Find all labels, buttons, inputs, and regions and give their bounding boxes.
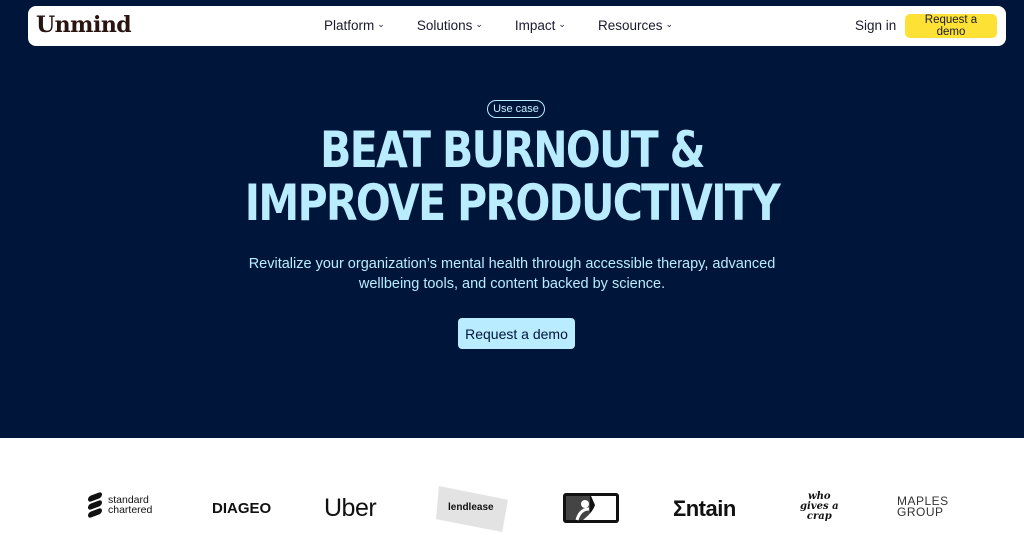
standard-chartered-logo: standard chartered	[88, 491, 153, 519]
mlb-batter-icon	[563, 493, 619, 523]
diageo-logo: DIAGEO	[212, 500, 272, 517]
menu-item-platform[interactable]: Platform ⌄	[324, 18, 385, 33]
entain-logo: Σntain	[673, 496, 736, 521]
nav-request-demo-button[interactable]: Request a demo	[905, 14, 997, 38]
headline-line-1: BEAT BURNOUT &	[320, 121, 705, 179]
logo-text: chartered	[108, 504, 153, 516]
use-case-badge: Use case	[487, 100, 545, 118]
standard-chartered-mark-icon	[88, 491, 102, 519]
logo-text: lendlease	[448, 502, 494, 513]
menu-item-label: Platform	[324, 18, 375, 33]
menu-item-resources[interactable]: Resources ⌄	[598, 18, 673, 33]
sign-in-link[interactable]: Sign in	[855, 18, 896, 33]
menu-item-impact[interactable]: Impact ⌄	[515, 18, 566, 33]
menu-item-label: Resources	[597, 18, 663, 33]
page-title: BEAT BURNOUT & IMPROVE PRODUCTIVITY	[92, 124, 932, 230]
chevron-down-icon: ⌄	[665, 19, 674, 29]
chevron-down-icon: ⌄	[558, 19, 566, 29]
hero-section: Unmind Platform ⌄ Solutions ⌄ Impact ⌄ R…	[0, 0, 1024, 438]
menu-item-label: Impact	[514, 18, 556, 33]
unmind-logo[interactable]: Unmind	[36, 12, 132, 38]
logo-text: GROUP	[897, 505, 944, 519]
menu-item-solutions[interactable]: Solutions ⌄	[417, 18, 483, 33]
hero-request-demo-button[interactable]: Request a demo	[458, 318, 575, 349]
main-menu: Platform ⌄ Solutions ⌄ Impact ⌄ Resource…	[324, 18, 673, 33]
headline-line-2: IMPROVE PRODUCTIVITY	[244, 174, 781, 232]
mlb-logo	[563, 493, 619, 523]
subtitle-line-1: Revitalize your organization’s mental he…	[248, 256, 776, 272]
who-gives-a-crap-logo: who gives a crap	[800, 492, 839, 522]
logo-text: crap	[806, 511, 832, 522]
menu-item-label: Solutions	[416, 18, 473, 33]
lendlease-logo: lendlease	[436, 486, 508, 532]
chevron-down-icon: ⌄	[475, 19, 483, 29]
uber-logo: Uber	[324, 494, 377, 522]
client-logos-strip	[0, 480, 1024, 540]
chevron-down-icon: ⌄	[377, 19, 385, 29]
top-navigation: Unmind Platform ⌄ Solutions ⌄ Impact ⌄ R…	[28, 6, 1006, 46]
hero-subtitle: Revitalize your organization’s mental he…	[0, 254, 1024, 294]
maples-group-logo: MAPLES GROUP	[897, 495, 949, 519]
subtitle-line-2: wellbeing tools, and content backed by s…	[358, 276, 666, 292]
